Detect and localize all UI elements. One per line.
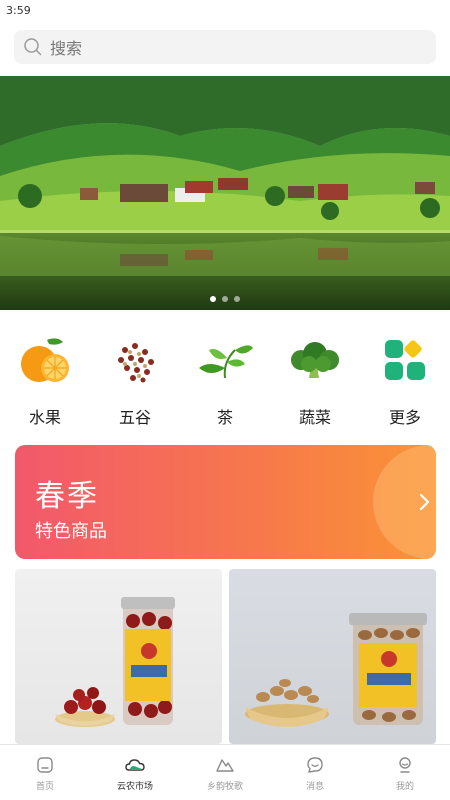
category-label: 水果 xyxy=(28,408,61,427)
cashew-jar-image xyxy=(245,613,427,727)
tab-label: 消息 xyxy=(305,782,324,792)
tab-profile[interactable]: 我的 xyxy=(360,745,450,800)
status-bar-time: 3:59 xyxy=(6,4,31,17)
tea-leaf-icon xyxy=(199,345,253,379)
search-input[interactable]: 搜索 xyxy=(14,30,436,64)
banner-dot[interactable] xyxy=(222,296,228,302)
tab-home[interactable]: 首页 xyxy=(0,745,90,800)
tab-label: 乡韵牧歌 xyxy=(206,782,243,792)
profile-icon xyxy=(399,757,411,773)
category-tea[interactable]: 茶 xyxy=(180,330,270,430)
home-icon xyxy=(37,757,53,773)
search-placeholder: 搜索 xyxy=(50,39,83,58)
grains-icon xyxy=(118,343,154,383)
tab-label: 我的 xyxy=(395,782,414,792)
mountain-icon xyxy=(216,759,234,772)
orange-icon xyxy=(21,338,69,382)
more-grid-icon xyxy=(385,340,425,380)
cloud-market-icon xyxy=(125,759,145,771)
spring-promo-banner[interactable]: 春季 特色商品 xyxy=(15,445,436,559)
tab-rural-pastoral[interactable]: 乡韵牧歌 xyxy=(180,745,270,800)
message-icon xyxy=(307,757,323,773)
category-label: 五谷 xyxy=(118,408,151,427)
category-grains[interactable]: 五谷 xyxy=(90,330,180,430)
tab-label: 云农市场 xyxy=(116,782,153,792)
bottom-tab-bar: 首页 云农市场 乡韵牧歌 消息 我的 xyxy=(0,744,450,800)
promo-title: 春季 xyxy=(35,479,99,514)
category-more[interactable]: 更多 xyxy=(360,330,450,430)
category-vegetables[interactable]: 蔬菜 xyxy=(270,330,360,430)
category-row: 水果 五谷 茶 蔬菜 更多 xyxy=(0,330,450,430)
category-label: 茶 xyxy=(216,408,233,427)
chevron-right-icon[interactable] xyxy=(413,491,435,513)
promo-subtitle: 特色商品 xyxy=(35,521,107,542)
banner-indicator xyxy=(0,296,450,302)
tab-messages[interactable]: 消息 xyxy=(270,745,360,800)
app-screen: 3:59 搜索 水果 五谷 茶 蔬菜 更多 春季 特色商品 首页 云农市场 乡韵… xyxy=(0,0,450,800)
tab-cloud-market[interactable]: 云农市场 xyxy=(90,745,180,800)
tab-label: 首页 xyxy=(35,782,54,792)
product-card[interactable] xyxy=(15,569,222,744)
category-label: 蔬菜 xyxy=(298,408,331,427)
search-icon xyxy=(24,38,42,56)
product-card[interactable] xyxy=(229,569,436,744)
dried-jujube-jar-image xyxy=(55,597,175,727)
banner-dot[interactable] xyxy=(210,296,216,302)
category-fruit[interactable]: 水果 xyxy=(0,330,90,430)
banner-landscape-image xyxy=(0,76,450,310)
product-grid xyxy=(15,569,436,744)
category-label: 更多 xyxy=(388,408,421,427)
banner-dot[interactable] xyxy=(234,296,240,302)
broccoli-icon xyxy=(291,342,339,378)
banner-carousel[interactable] xyxy=(0,76,450,310)
